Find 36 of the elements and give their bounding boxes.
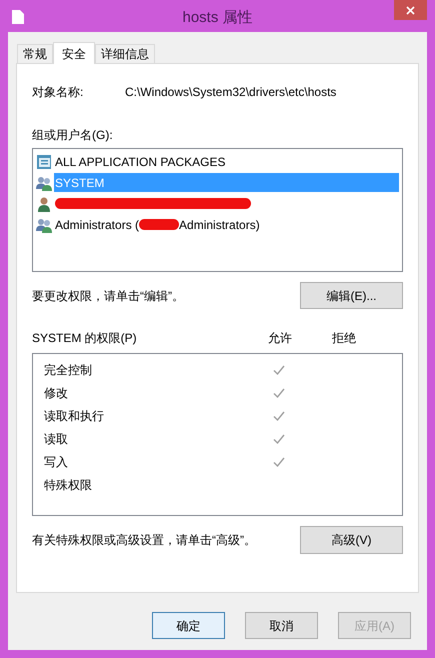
users-icon [36,216,52,232]
object-name-value: C:\Windows\System32\drivers\etc\hosts [125,84,336,101]
permission-name: 写入 [44,454,69,470]
edit-hint: 要更改权限，请单击“编辑”。 [32,288,184,304]
close-button[interactable] [394,0,427,20]
permission-name: 特殊权限 [44,476,93,494]
document-icon [12,10,24,24]
close-icon [406,6,415,14]
user-name: Administrators) [179,216,260,234]
tab[interactable]: 详细信息 [95,44,155,63]
tab[interactable]: 常规 [17,44,53,63]
advanced-hint: 有关特殊权限或高级设置，请单击“高级”。 [32,532,256,549]
permission-name: 修改 [44,384,69,402]
user-name: SYSTEM [55,174,104,192]
dialog-button[interactable]: 确定 [152,612,225,639]
package-icon [36,154,52,170]
user-icon [36,196,52,212]
user-name: ALL APPLICATION PACKAGES [55,154,226,170]
dialog-button[interactable]: 取消 [245,612,318,639]
user-name: Administrators ( [55,216,140,234]
redaction-mark [139,219,180,230]
object-name-label: 对象名称: [32,84,84,101]
allow-header: 允许 [268,330,293,347]
permission-name: 完全控制 [44,362,93,378]
permission-name: 读取和执行 [44,408,105,424]
user-list-item[interactable]: Administrators ( Administrators) [36,214,399,235]
advanced-button[interactable]: 高级(V) [300,526,403,554]
permission-name: 读取 [44,430,69,448]
permissions-label: SYSTEM 的权限(P) [32,330,138,347]
edit-button[interactable]: 编辑(E)... [300,282,403,309]
tab[interactable]: 安全 [53,42,95,64]
users-icon [36,174,52,190]
user-list-item[interactable]: ALL APPLICATION PACKAGES [36,151,399,172]
users-label: 组或用户名(G): [32,127,114,144]
window-title: hosts 属性 [182,8,253,28]
deny-header: 拒绝 [332,330,356,347]
